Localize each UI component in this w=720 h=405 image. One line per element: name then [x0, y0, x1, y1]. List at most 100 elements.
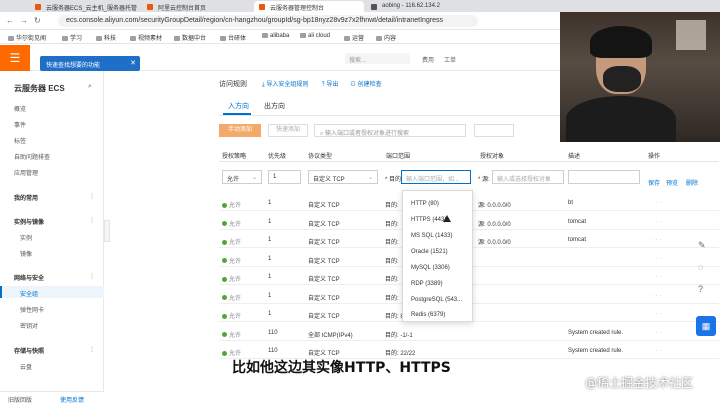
rule-protocol: 自定义 TCP: [308, 351, 340, 357]
reload-icon[interactable]: ↻: [34, 16, 41, 25]
import-rules-link[interactable]: ⤓ 导入安全组规则: [262, 79, 308, 89]
edit-icon[interactable]: ✎: [698, 240, 706, 251]
url-field[interactable]: ecs.console.aliyun.com/securityGroupDeta…: [58, 15, 478, 27]
manual-add-button[interactable]: 手动添加: [219, 124, 261, 137]
rule-policy: 允许: [222, 330, 241, 339]
sidebar-item-overview[interactable]: 概览: [14, 104, 26, 113]
terminal-icon: [371, 4, 377, 10]
bookmark-item[interactable]: 华尔街见闻: [8, 33, 46, 42]
priority-input[interactable]: 1: [268, 170, 301, 184]
rule-source: 源: 0.0.0.0/0: [478, 203, 511, 209]
tab-outbound[interactable]: 出方向: [264, 101, 285, 111]
rule-protocol: 自定义 TCP: [308, 295, 340, 302]
more-icon[interactable]: ⋮: [89, 346, 95, 353]
sidebar-item-app-manage[interactable]: 应用管理: [14, 168, 38, 177]
sidebar-item-troubleshoot[interactable]: 自助问题排查: [14, 152, 50, 161]
dropdown-option-postgresql[interactable]: PostgreSQL (543...: [411, 297, 462, 303]
row-actions-icon[interactable]: · · ·: [652, 237, 661, 243]
back-icon[interactable]: ←: [6, 16, 14, 25]
folder-icon: [300, 33, 306, 38]
row-actions-icon[interactable]: · · ·: [652, 330, 661, 336]
sidebar-item-disk[interactable]: 云盘: [20, 362, 32, 371]
port-range-input[interactable]: 输入端口范围，如...: [401, 170, 471, 184]
sidebar-collapse-handle[interactable]: [104, 220, 110, 242]
protocol-select[interactable]: 自定义 TCP ⌄: [308, 170, 378, 184]
bookmark-item[interactable]: ali cloud: [300, 33, 330, 39]
row-actions-icon[interactable]: · · ·: [652, 311, 661, 317]
health-check-link[interactable]: ⊙ 创建检查: [350, 79, 382, 88]
bookmark-item[interactable]: 内容: [376, 33, 396, 42]
billing-link[interactable]: 费用: [422, 55, 434, 64]
column-policy: 授权策略: [222, 154, 247, 160]
feedback-link[interactable]: 使用反馈: [60, 395, 84, 404]
auth-object-input[interactable]: 输入或选择授权对象: [492, 170, 564, 184]
more-icon[interactable]: ⋮: [89, 273, 95, 280]
row-actions-icon[interactable]: · · ·: [652, 256, 661, 262]
search-icon[interactable]: ⌕: [88, 83, 92, 91]
sidebar-item-events[interactable]: 事件: [14, 120, 26, 129]
bookmark-item[interactable]: alibaba: [262, 33, 289, 39]
rule-source: 源: 0.0.0.0/0: [478, 240, 511, 246]
rule-filter-input[interactable]: ⌕ 输入端口或者授权对象进行搜索: [314, 124, 466, 137]
export-link[interactable]: ⤒ 导出: [322, 79, 338, 89]
more-icon[interactable]: ⋮: [89, 217, 95, 224]
dropdown-option-https[interactable]: HTTPS (443): [411, 217, 446, 223]
sidebar-item-instance[interactable]: 实例: [20, 233, 32, 242]
quick-add-button[interactable]: 快速添加: [268, 124, 308, 137]
dropdown-option-rdp[interactable]: RDP (3389): [411, 281, 443, 287]
bookmark-item[interactable]: 视频素材: [130, 33, 162, 42]
dropdown-option-http[interactable]: HTTP (80): [411, 201, 439, 207]
sidebar-item-keypair[interactable]: 密钥对: [20, 321, 38, 330]
ticket-link[interactable]: 工单: [444, 55, 456, 64]
preview-link[interactable]: 预览: [666, 178, 678, 187]
browser-tab-terminal[interactable]: aobing - 116.62.134.2: [366, 1, 466, 12]
dropdown-option-mysql[interactable]: MySQL (3306): [411, 265, 450, 271]
help-icon[interactable]: ?: [698, 284, 703, 294]
forward-icon[interactable]: →: [20, 16, 28, 25]
sidebar-group-instances[interactable]: 实例与镜像: [14, 217, 44, 226]
sidebar-item-eni[interactable]: 弹性网卡: [20, 305, 44, 314]
tab-inbound[interactable]: 入方向: [228, 101, 249, 111]
sidebar-group-network[interactable]: 网络与安全: [14, 273, 44, 282]
sidebar-item-tags[interactable]: 标签: [14, 136, 26, 145]
sidebar-group-storage[interactable]: 存储与快照: [14, 346, 44, 355]
rule-priority: 110: [268, 329, 278, 336]
chat-icon[interactable]: ◌: [698, 262, 703, 272]
dropdown-option-oracle[interactable]: Oracle (1521): [411, 249, 448, 255]
bookmark-item[interactable]: 科技: [96, 33, 116, 42]
rule-protocol: 全部 ICMP(IPv4): [308, 332, 353, 339]
rule-policy: 允许: [222, 219, 241, 228]
bookmark-item[interactable]: 数据中台: [174, 33, 206, 42]
sidebar-group-favorites[interactable]: 我的常用: [14, 193, 38, 202]
row-actions-icon[interactable]: · · ·: [652, 200, 661, 206]
rule-port: 目的:: [385, 277, 399, 283]
save-link[interactable]: 保存: [648, 178, 660, 187]
sidebar-item-security-group[interactable]: 安全组: [20, 289, 38, 298]
policy-select[interactable]: 允许 ⌄: [222, 170, 262, 184]
browser-tab-console-home[interactable]: 阿里云控制台首页: [142, 1, 252, 12]
rule-protocol: 自定义 TCP: [308, 277, 340, 283]
row-actions-icon[interactable]: · · ·: [652, 219, 661, 225]
filter-option-button[interactable]: [474, 124, 514, 137]
dropdown-option-mssql[interactable]: MS SQL (1433): [411, 233, 452, 239]
close-icon[interactable]: ✕: [130, 59, 136, 67]
sidebar-item-image[interactable]: 镜像: [20, 249, 32, 258]
rule-port: 目的:: [385, 295, 399, 302]
browser-tab-ecs[interactable]: 云服务器ECS_云主机_服务器托管: [30, 1, 140, 12]
delete-link[interactable]: 删除: [686, 178, 698, 187]
apps-grid-icon[interactable]: ▦: [696, 316, 716, 336]
bookmark-item[interactable]: 台研体: [220, 33, 246, 42]
browser-tab-console[interactable]: 云服务器管理控制台: [254, 1, 364, 12]
console-search-input[interactable]: 搜索...: [345, 53, 410, 64]
bookmark-item[interactable]: 学习: [62, 33, 82, 42]
more-icon[interactable]: ⋮: [89, 193, 95, 200]
bookmark-item[interactable]: 运营: [344, 33, 364, 42]
description-input[interactable]: [568, 170, 640, 184]
row-actions-icon[interactable]: · · ·: [652, 293, 661, 299]
menu-icon[interactable]: ☰: [0, 45, 30, 71]
sidebar-active-highlight: [0, 286, 104, 298]
dropdown-option-redis[interactable]: Redis (6379): [411, 312, 445, 318]
row-actions-icon[interactable]: · · ·: [652, 348, 661, 354]
row-actions-icon[interactable]: · · ·: [652, 274, 661, 280]
old-version-link[interactable]: 旧版回版: [8, 395, 32, 404]
